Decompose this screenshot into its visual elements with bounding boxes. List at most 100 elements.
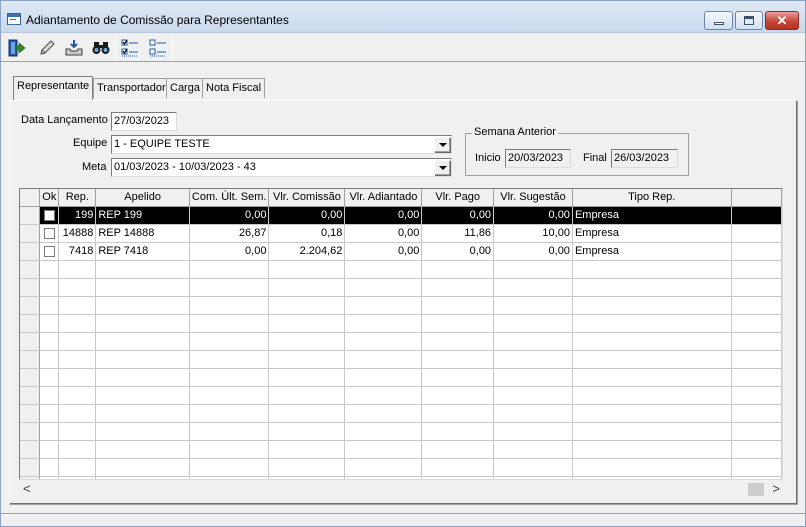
empty-cell[interactable] xyxy=(189,368,270,387)
cell-vlr-adiantado[interactable]: 0,00 xyxy=(344,224,423,243)
row-ok-checkbox[interactable] xyxy=(43,245,55,257)
empty-table-row[interactable] xyxy=(20,422,782,441)
tab-representante[interactable]: Representante xyxy=(13,76,94,100)
column-header-vlr-adiantado[interactable]: Vlr. Adiantado xyxy=(344,189,423,207)
cell-vlr-comissao[interactable]: 0,00 xyxy=(268,206,346,225)
empty-cell[interactable] xyxy=(268,296,346,315)
row-indicator[interactable] xyxy=(20,260,41,279)
row-indicator[interactable] xyxy=(20,296,41,315)
row-indicator[interactable] xyxy=(20,404,41,423)
scroll-right-arrow-icon[interactable]: > xyxy=(772,481,780,496)
empty-cell[interactable] xyxy=(58,368,97,387)
empty-cell[interactable] xyxy=(268,422,346,441)
empty-cell[interactable] xyxy=(58,296,97,315)
row-ok-checkbox[interactable] xyxy=(43,209,55,221)
empty-cell[interactable] xyxy=(39,314,60,333)
empty-cell[interactable] xyxy=(58,278,97,297)
empty-cell[interactable] xyxy=(58,386,97,405)
empty-cell[interactable] xyxy=(344,278,423,297)
column-header-tipo-rep[interactable]: Tipo Rep. xyxy=(572,189,732,207)
representantes-grid[interactable]: Ok Rep. Apelido Com. Últ. Sem. Vlr. Comi… xyxy=(19,188,783,498)
empty-cell[interactable] xyxy=(58,458,97,477)
empty-cell[interactable] xyxy=(493,368,573,387)
table-row[interactable]: 199 REP 199 0,00 0,00 0,00 0,00 0,00 Empresa xyxy=(20,206,782,225)
scroll-thumb[interactable] xyxy=(748,483,764,496)
empty-cell[interactable] xyxy=(421,314,495,333)
empty-cell[interactable] xyxy=(95,404,190,423)
search-button[interactable] xyxy=(89,36,113,60)
empty-table-row[interactable] xyxy=(20,314,782,333)
cell-com-ult-sem[interactable]: 26,87 xyxy=(189,224,270,243)
row-indicator[interactable] xyxy=(20,242,41,261)
row-indicator[interactable] xyxy=(20,386,41,405)
row-indicator[interactable] xyxy=(20,206,41,225)
cell-vlr-sugestao[interactable]: 10,00 xyxy=(493,224,573,243)
empty-cell[interactable] xyxy=(493,458,573,477)
empty-table-row[interactable] xyxy=(20,278,782,297)
empty-table-row[interactable] xyxy=(20,404,782,423)
empty-cell[interactable] xyxy=(572,350,732,369)
empty-cell[interactable] xyxy=(268,332,346,351)
empty-cell[interactable] xyxy=(189,314,270,333)
empty-cell[interactable] xyxy=(344,296,423,315)
cell-tipo-rep[interactable]: Empresa xyxy=(572,224,732,243)
empty-cell[interactable] xyxy=(268,386,346,405)
empty-table-row[interactable] xyxy=(20,386,782,405)
cell-vlr-comissao[interactable]: 0,18 xyxy=(268,224,346,243)
empty-cell[interactable] xyxy=(58,440,97,459)
column-header-vlr-comissao[interactable]: Vlr. Comissão xyxy=(268,189,346,207)
maximize-button[interactable] xyxy=(735,11,763,30)
empty-cell[interactable] xyxy=(421,368,495,387)
column-header-vlr-sugestao[interactable]: Vlr. Sugestão xyxy=(493,189,573,207)
empty-cell[interactable] xyxy=(421,440,495,459)
empty-cell[interactable] xyxy=(268,278,346,297)
empty-cell[interactable] xyxy=(421,350,495,369)
empty-cell[interactable] xyxy=(189,422,270,441)
empty-cell[interactable] xyxy=(493,314,573,333)
empty-cell[interactable] xyxy=(572,386,732,405)
column-header-vlr-pago[interactable]: Vlr. Pago xyxy=(421,189,495,207)
tab-carga[interactable]: Carga xyxy=(166,78,204,98)
empty-cell[interactable] xyxy=(58,404,97,423)
empty-cell[interactable] xyxy=(268,368,346,387)
empty-cell[interactable] xyxy=(58,350,97,369)
row-indicator[interactable] xyxy=(20,224,41,243)
empty-cell[interactable] xyxy=(572,458,732,477)
cell-tipo-rep[interactable]: Empresa xyxy=(572,242,732,261)
empty-cell[interactable] xyxy=(95,332,190,351)
empty-cell[interactable] xyxy=(189,260,270,279)
empty-cell[interactable] xyxy=(493,260,573,279)
cell-vlr-pago[interactable]: 0,00 xyxy=(421,242,495,261)
check-all-button[interactable] xyxy=(118,36,142,60)
empty-cell[interactable] xyxy=(189,296,270,315)
cell-vlr-pago[interactable]: 11,86 xyxy=(421,224,495,243)
empty-cell[interactable] xyxy=(572,296,732,315)
row-indicator[interactable] xyxy=(20,332,41,351)
empty-cell[interactable] xyxy=(344,350,423,369)
empty-cell[interactable] xyxy=(189,386,270,405)
empty-cell[interactable] xyxy=(95,386,190,405)
empty-cell[interactable] xyxy=(39,458,60,477)
empty-cell[interactable] xyxy=(39,404,60,423)
empty-cell[interactable] xyxy=(572,260,732,279)
row-indicator[interactable] xyxy=(20,422,41,441)
empty-cell[interactable] xyxy=(39,386,60,405)
import-button[interactable] xyxy=(62,36,86,60)
cell-rep[interactable]: 7418 xyxy=(58,242,97,261)
empty-cell[interactable] xyxy=(39,332,60,351)
empty-cell[interactable] xyxy=(268,314,346,333)
empty-cell[interactable] xyxy=(421,386,495,405)
meta-select[interactable]: 01/03/2023 - 10/03/2023 - 43 xyxy=(111,158,452,177)
row-indicator[interactable] xyxy=(20,350,41,369)
empty-table-row[interactable] xyxy=(20,350,782,369)
empty-cell[interactable] xyxy=(493,422,573,441)
column-header-apelido[interactable]: Apelido xyxy=(95,189,190,207)
empty-cell[interactable] xyxy=(344,314,423,333)
empty-cell[interactable] xyxy=(268,260,346,279)
empty-cell[interactable] xyxy=(421,404,495,423)
empty-cell[interactable] xyxy=(344,440,423,459)
empty-cell[interactable] xyxy=(58,422,97,441)
table-row[interactable]: 7418 REP 7418 0,00 2.204,62 0,00 0,00 0,00 Empr… xyxy=(20,242,782,261)
equipe-select[interactable]: 1 - EQUIPE TESTE xyxy=(111,135,452,154)
empty-cell[interactable] xyxy=(493,386,573,405)
